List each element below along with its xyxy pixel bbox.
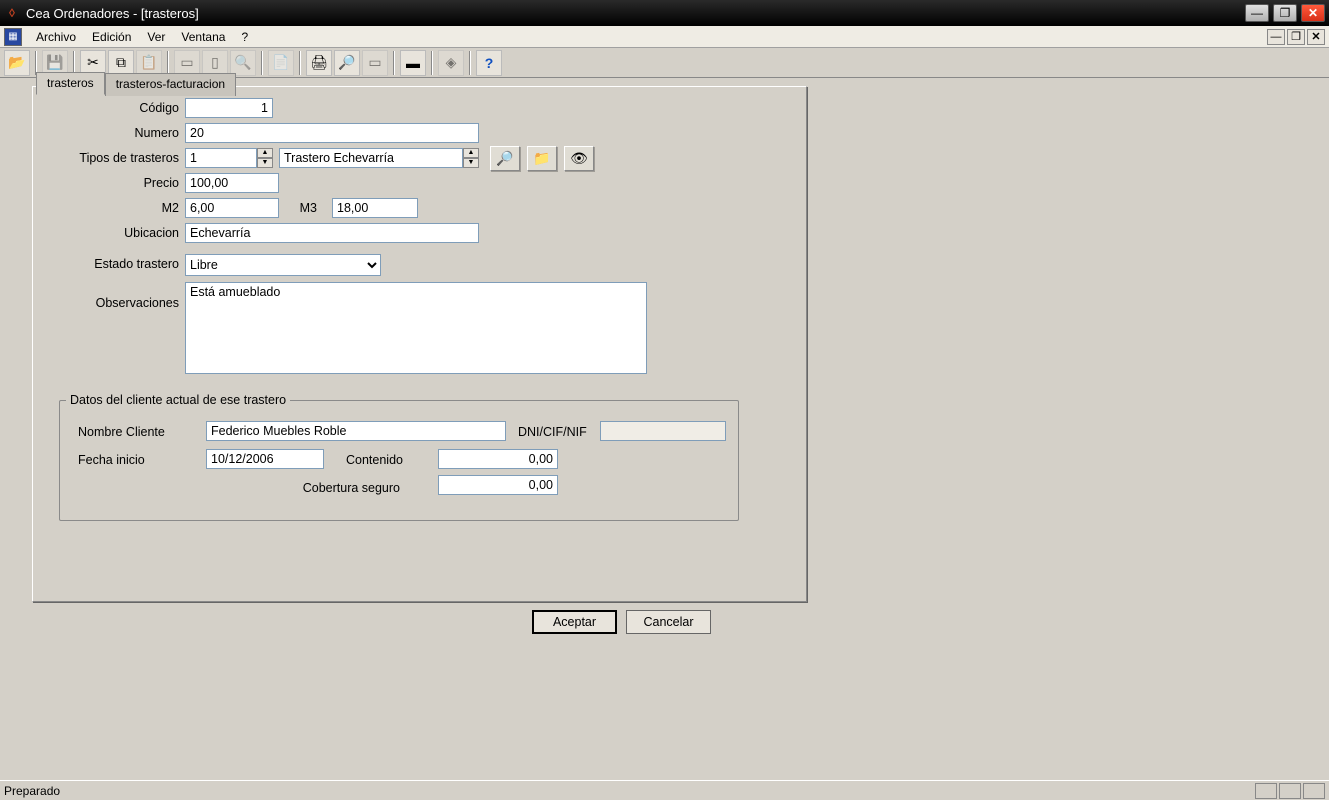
toolbar-screen-button[interactable]: ▬ bbox=[400, 50, 426, 76]
mdi-document-icon: ▦ bbox=[4, 28, 22, 46]
input-precio[interactable] bbox=[185, 173, 279, 193]
label-m3: M3 bbox=[289, 201, 317, 215]
toolbar-tag-button[interactable]: ◈ bbox=[438, 50, 464, 76]
label-codigo: Código bbox=[33, 101, 179, 115]
label-numero: Numero bbox=[33, 126, 179, 140]
input-tipo-nombre[interactable] bbox=[279, 148, 463, 168]
toolbar-open-button[interactable]: 📂 bbox=[4, 50, 30, 76]
menu-ventana[interactable]: Ventana bbox=[173, 28, 233, 46]
input-cobertura[interactable] bbox=[438, 475, 558, 495]
toolbar-page-button[interactable]: ▭ bbox=[362, 50, 388, 76]
input-dni[interactable] bbox=[600, 421, 726, 441]
status-cell-2 bbox=[1279, 783, 1301, 799]
fieldset-cliente: Datos del cliente actual de ese trastero… bbox=[59, 393, 739, 521]
menu-ver[interactable]: Ver bbox=[139, 28, 173, 46]
toolbar-print-button[interactable]: 🖨 bbox=[306, 50, 332, 76]
menu-help[interactable]: ? bbox=[233, 28, 256, 46]
tipo-num-spin-up[interactable]: ▲ bbox=[257, 148, 273, 158]
input-m2[interactable] bbox=[185, 198, 279, 218]
fieldset-legend: Datos del cliente actual de ese trastero bbox=[66, 393, 290, 407]
input-contenido[interactable] bbox=[438, 449, 558, 469]
menu-bar: ▦ Archivo Edición Ver Ventana ? — ❐ ✕ bbox=[0, 26, 1329, 48]
status-bar: Preparado bbox=[0, 780, 1329, 800]
label-cobertura: Cobertura seguro bbox=[240, 481, 400, 495]
input-numero[interactable] bbox=[185, 123, 479, 143]
status-cell-1 bbox=[1255, 783, 1277, 799]
label-estado: Estado trastero bbox=[33, 257, 179, 271]
mdi-close-button[interactable]: ✕ bbox=[1307, 29, 1325, 45]
input-fecha-inicio[interactable] bbox=[206, 449, 324, 469]
window-minimize-button[interactable]: — bbox=[1245, 4, 1269, 22]
app-icon: ◊ bbox=[4, 5, 20, 21]
mdi-minimize-button[interactable]: — bbox=[1267, 29, 1285, 45]
toolbar-report-button[interactable]: 📄 bbox=[268, 50, 294, 76]
form-panel: trasteros trasteros-facturacion Código N… bbox=[32, 86, 807, 602]
tipo-nombre-spin-up[interactable]: ▲ bbox=[463, 148, 479, 158]
tipo-nombre-spin-down[interactable]: ▼ bbox=[463, 158, 479, 168]
status-cell-3 bbox=[1303, 783, 1325, 799]
toolbar-preview-button[interactable]: 🔎 bbox=[334, 50, 360, 76]
input-m3[interactable] bbox=[332, 198, 418, 218]
title-bar: ◊ Cea Ordenadores - [trasteros] — ❐ ✕ bbox=[0, 0, 1329, 26]
label-ubicacion: Ubicacion bbox=[33, 226, 179, 240]
tipo-view-button[interactable]: 👁 bbox=[564, 146, 594, 171]
label-observaciones: Observaciones bbox=[33, 296, 179, 310]
status-text: Preparado bbox=[4, 784, 60, 798]
tab-trasteros[interactable]: trasteros bbox=[36, 72, 105, 95]
work-area: trasteros trasteros-facturacion Código N… bbox=[0, 78, 1329, 780]
menu-edicion[interactable]: Edición bbox=[84, 28, 139, 46]
label-tipos: Tipos de trasteros bbox=[33, 151, 179, 165]
window-close-button[interactable]: ✕ bbox=[1301, 4, 1325, 22]
label-precio: Precio bbox=[33, 176, 179, 190]
toolbar-help-button[interactable]: ? bbox=[476, 50, 502, 76]
label-fecha-inicio: Fecha inicio bbox=[78, 453, 198, 467]
input-tipo-numero[interactable] bbox=[185, 148, 257, 168]
button-aceptar[interactable]: Aceptar bbox=[532, 610, 617, 634]
window-title: Cea Ordenadores - [trasteros] bbox=[26, 6, 199, 21]
tipo-lookup-button[interactable]: 🔎 bbox=[490, 146, 520, 171]
mdi-restore-button[interactable]: ❐ bbox=[1287, 29, 1305, 45]
input-ubicacion[interactable] bbox=[185, 223, 479, 243]
label-dni: DNI/CIF/NIF bbox=[518, 425, 598, 439]
tipo-num-spin-down[interactable]: ▼ bbox=[257, 158, 273, 168]
button-cancelar[interactable]: Cancelar bbox=[626, 610, 711, 634]
label-m2: M2 bbox=[33, 201, 179, 215]
tipo-folder-button[interactable]: 📁 bbox=[527, 146, 557, 171]
input-codigo[interactable] bbox=[185, 98, 273, 118]
label-nombre-cliente: Nombre Cliente bbox=[78, 425, 198, 439]
select-estado[interactable]: Libre bbox=[185, 254, 381, 276]
textarea-observaciones[interactable]: Está amueblado bbox=[185, 282, 647, 374]
label-contenido: Contenido bbox=[346, 453, 426, 467]
menu-archivo[interactable]: Archivo bbox=[28, 28, 84, 46]
input-nombre-cliente[interactable] bbox=[206, 421, 506, 441]
window-maximize-button[interactable]: ❐ bbox=[1273, 4, 1297, 22]
